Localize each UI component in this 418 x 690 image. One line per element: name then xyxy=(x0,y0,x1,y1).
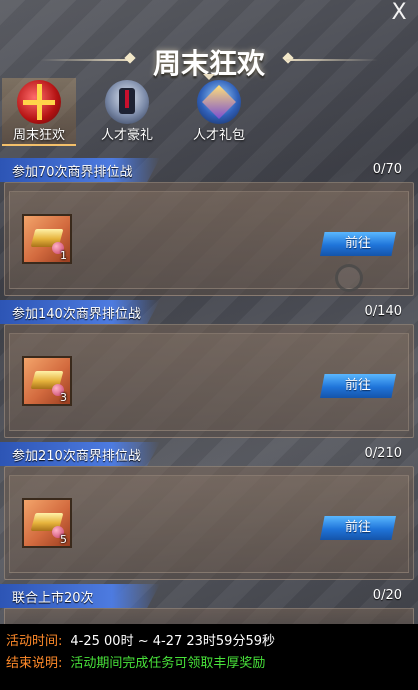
touch-cursor-indicator xyxy=(335,264,363,292)
task-item: 3 前往 参加140次商界排位战 0/140 xyxy=(0,300,418,438)
event-desc-label: 结束说明: xyxy=(6,656,63,671)
task-panel: 3 前往 xyxy=(4,324,414,438)
reward-item-slot[interactable]: 3 xyxy=(22,356,72,406)
reward-item-slot[interactable]: 1 xyxy=(22,214,72,264)
tab-label: 人才礼包 xyxy=(192,128,245,143)
tab-weekend-carnival[interactable]: 周末狂欢 xyxy=(2,78,76,146)
go-button[interactable]: 前往 xyxy=(320,516,396,540)
tab-label: 人才豪礼 xyxy=(100,128,153,143)
event-time-value: 4-25 00时 ~ 4-27 23时59分59秒 xyxy=(70,634,275,649)
title-bar: 周末狂欢 xyxy=(0,42,418,80)
event-time-row: 活动时间: 4-25 00时 ~ 4-27 23时59分59秒 xyxy=(6,630,275,649)
task-title: 参加70次商界排位战 xyxy=(12,165,133,180)
reward-area: 3 前往 xyxy=(9,333,409,431)
tab-talent-pack[interactable]: 人才礼包 xyxy=(182,78,256,146)
task-title: 参加140次商界排位战 xyxy=(12,307,141,322)
task-progress: 0/140 xyxy=(364,304,402,319)
reward-count: 5 xyxy=(60,533,67,546)
go-button[interactable]: 前往 xyxy=(320,232,396,256)
task-progress: 0/70 xyxy=(372,162,402,177)
go-button[interactable]: 前往 xyxy=(320,374,396,398)
task-panel: 5 前往 xyxy=(4,466,414,580)
event-desc-value: 活动期间完成任务可领取丰厚奖励 xyxy=(70,656,266,671)
task-title: 参加210次商界排位战 xyxy=(12,449,141,464)
cube-pack-icon xyxy=(197,80,241,124)
close-button[interactable]: X xyxy=(388,2,410,24)
event-desc-row: 结束说明: 活动期间完成任务可领取丰厚奖励 xyxy=(6,652,265,671)
task-item: 5 前往 参加210次商界排位战 0/210 xyxy=(0,442,418,580)
reward-count: 1 xyxy=(60,249,67,262)
task-title: 联合上市20次 xyxy=(12,591,94,606)
task-progress: 0/20 xyxy=(372,588,402,603)
reward-count: 3 xyxy=(60,391,67,404)
reward-area: 5 前往 xyxy=(9,475,409,573)
gift-box-icon xyxy=(17,80,61,124)
event-time-label: 活动时间: xyxy=(6,634,63,649)
suit-icon xyxy=(105,80,149,124)
task-item: 联合上市20次 0/20 xyxy=(0,584,418,629)
tab-talent-gift[interactable]: 人才豪礼 xyxy=(90,78,164,146)
tab-bar: 周末狂欢 人才豪礼 人才礼包 xyxy=(0,78,418,146)
title-divider-right xyxy=(286,59,378,61)
task-progress: 0/210 xyxy=(364,446,402,461)
reward-item-slot[interactable]: 5 xyxy=(22,498,72,548)
tab-label: 周末狂欢 xyxy=(12,128,65,143)
close-icon: X xyxy=(391,0,407,25)
event-info-footer: 活动时间: 4-25 00时 ~ 4-27 23时59分59秒 结束说明: 活动期间… xyxy=(0,624,418,690)
